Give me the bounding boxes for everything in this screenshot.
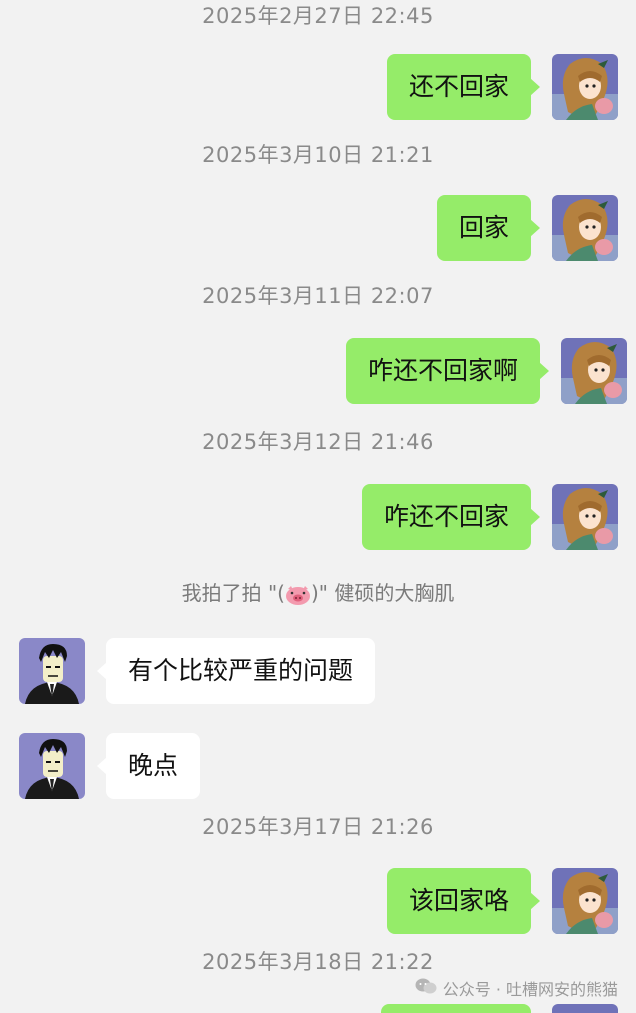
wechat-official-account-icon — [415, 977, 437, 999]
timestamp: 2025年3月12日 21:46 — [202, 430, 434, 454]
pat-notice: 我拍了拍 "( )" 健硕的大胸肌 — [0, 577, 636, 606]
my-message-bubble[interactable]: 咋还不回家啊 — [345, 338, 550, 404]
my-avatar-icon[interactable] — [552, 868, 618, 934]
contact-avatar-icon[interactable] — [19, 638, 85, 704]
contact-message-bubble[interactable]: 晚点 — [96, 733, 201, 799]
contact-message-bubble[interactable]: 有个比较严重的问题 — [96, 638, 376, 704]
my-avatar-icon[interactable] — [552, 54, 618, 120]
my-message-bubble[interactable]: 该回家咯 — [386, 868, 541, 934]
my-avatar-icon[interactable] — [552, 1004, 618, 1013]
pat-notice-prefix: 我拍了拍 "( — [181, 581, 285, 605]
timestamp: 2025年2月27日 22:45 — [202, 4, 434, 28]
watermark: 公众号 · 吐槽网安的熊猫 — [415, 976, 618, 1000]
my-message-bubble[interactable]: 咋还不回家 — [361, 484, 541, 550]
my-message-bubble[interactable]: 还不回家 — [386, 54, 541, 120]
timestamp: 2025年3月17日 21:26 — [202, 815, 434, 839]
my-message-bubble-partial[interactable] — [381, 1004, 531, 1013]
timestamp: 2025年3月10日 21:21 — [202, 143, 434, 167]
my-avatar-icon[interactable] — [552, 195, 618, 261]
timestamp: 2025年3月18日 21:22 — [202, 950, 434, 974]
watermark-text: 公众号 · 吐槽网安的熊猫 — [442, 980, 618, 999]
pig-face-icon — [285, 584, 311, 606]
pat-notice-suffix: 健硕的大胸肌 — [328, 581, 455, 605]
pat-notice-middle: )" — [310, 581, 328, 605]
my-message-bubble[interactable]: 回家 — [436, 195, 541, 261]
contact-avatar-icon[interactable] — [19, 733, 85, 799]
my-avatar-icon[interactable] — [561, 338, 627, 404]
timestamp: 2025年3月11日 22:07 — [202, 284, 434, 308]
my-avatar-icon[interactable] — [552, 484, 618, 550]
